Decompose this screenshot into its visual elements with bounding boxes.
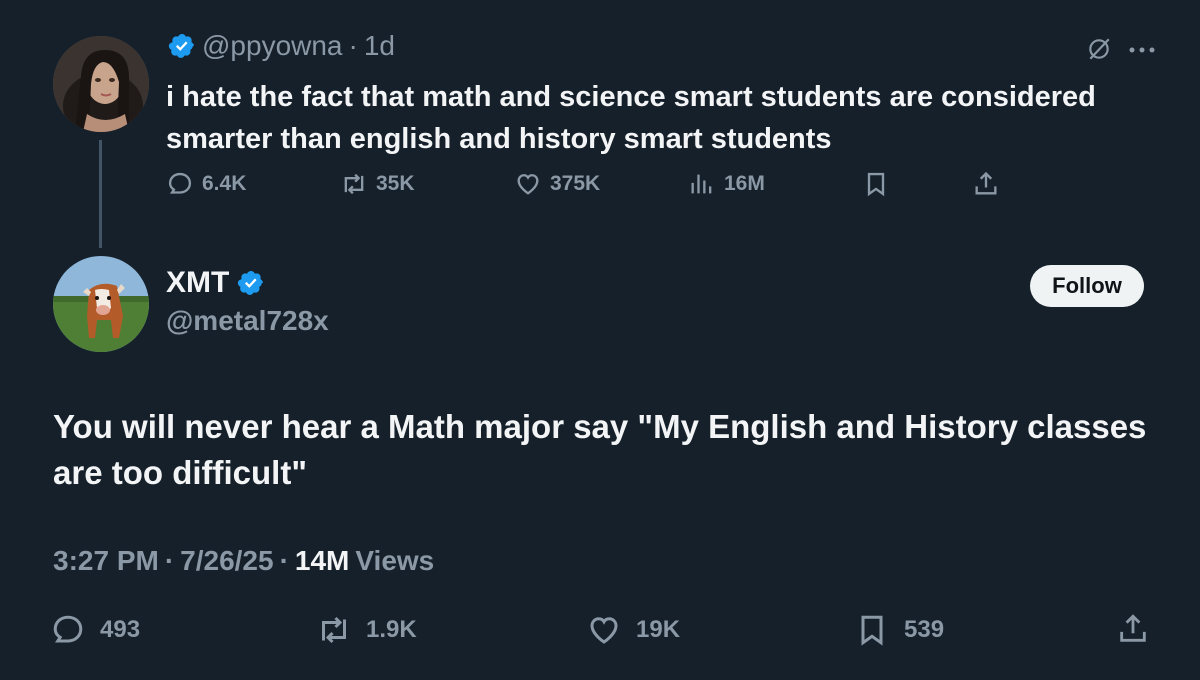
reply-tweet-text: You will never hear a Math major say "My… [53,408,1147,491]
original-handle[interactable]: @ppyowna [202,30,343,62]
reply-count: 493 [100,616,141,643]
reply-author-row: XMT [166,266,265,300]
reply-icon [53,615,83,643]
reply-count: 6.4K [202,172,247,195]
views-count: 16M [724,172,765,195]
display-name[interactable]: XMT [166,266,229,300]
views-action[interactable]: 16M [688,170,765,198]
retweet-action[interactable]: 35K [340,170,415,198]
grok-icon-svg [1089,38,1110,60]
heart-icon [517,174,539,195]
separator-dot: · [348,30,358,61]
share-action[interactable] [972,170,1000,198]
views-label: Views [355,545,435,576]
analytics-icon [691,174,712,194]
avatar-ppyowna[interactable] [53,36,149,132]
original-tweet-header: @ppyowna · 1d [168,30,395,62]
avatar-metal728x[interactable] [53,256,149,352]
bookmark-count: 539 [904,616,945,643]
ellipsis-icon [1129,47,1155,53]
bookmark-action[interactable] [862,170,890,198]
verified-badge-icon [168,34,194,58]
share-action[interactable] [1116,612,1150,646]
bookmark-icon [867,172,885,197]
portrait-image [53,36,149,132]
original-tweet-actions: 6.4K 35K 375K 16M [166,170,1026,204]
tweet-time[interactable]: 3:27 PM [53,545,159,577]
like-count: 375K [550,172,601,195]
cow-image [53,256,149,352]
tweet-age[interactable]: 1d [364,30,395,62]
views-count: 14M [294,545,350,576]
share-icon [1120,614,1146,642]
like-action[interactable]: 375K [514,170,600,198]
reply-action[interactable]: 493 [50,612,140,648]
reply-handle[interactable]: @metal728x [166,305,329,337]
bookmark-icon [861,615,883,646]
verified-badge-icon [238,271,264,295]
grok-icon[interactable] [1086,36,1112,62]
like-count: 19K [636,616,681,643]
like-action[interactable]: 19K [586,612,680,648]
original-tweet-text: i hate the fact that math and science sm… [166,81,1096,155]
retweet-count: 35K [376,172,415,195]
retweet-action[interactable]: 1.9K [316,612,417,648]
bookmark-action[interactable]: 539 [854,612,944,648]
reply-action[interactable]: 6.4K [166,170,246,198]
heart-icon [590,617,618,644]
separator-dot: · [164,545,175,576]
thread-connector [99,140,102,248]
tweet-date[interactable]: 7/26/25 [180,545,273,577]
tweet-meta: 3:27 PM · 7/26/25 · 14M Views [53,545,434,577]
follow-button[interactable]: Follow [1030,265,1144,307]
reply-icon [168,172,192,194]
separator-dot: · [279,545,289,576]
reply-tweet-actions: 493 1.9K 19K 539 [50,612,1160,652]
retweet-count: 1.9K [366,616,417,643]
retweet-icon [322,616,346,644]
share-icon [975,171,997,195]
more-options-icon[interactable] [1128,40,1156,60]
retweet-icon [344,173,364,195]
